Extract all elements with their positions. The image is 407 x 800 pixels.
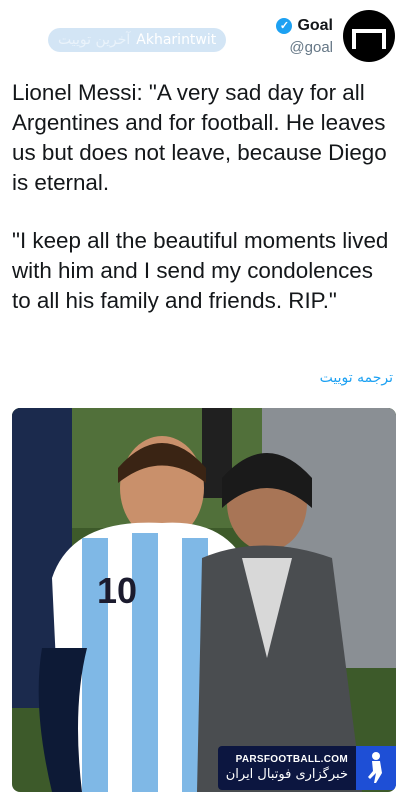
account-names: ✓ Goal @goal bbox=[276, 17, 333, 56]
svg-text:10: 10 bbox=[97, 570, 137, 611]
badge-persian: خبرگزاری فوتبال ایران bbox=[225, 767, 348, 782]
tweet-paragraph-1: Lionel Messi: "A very sad day for all Ar… bbox=[12, 80, 387, 195]
photo-illustration: 10 bbox=[12, 408, 396, 792]
account-handle[interactable]: @goal bbox=[276, 39, 333, 56]
tweet-header: ✓ Goal @goal bbox=[276, 10, 395, 62]
goal-logo-icon bbox=[352, 29, 386, 49]
badge-text: PARSFOOTBALL.COM خبرگزاری فوتبال ایران bbox=[217, 746, 356, 790]
avatar[interactable] bbox=[343, 10, 395, 62]
parsfootball-badge: PARSFOOTBALL.COM خبرگزاری فوتبال ایران bbox=[217, 744, 396, 792]
watermark-latin: Akharintwit bbox=[136, 32, 217, 48]
translate-tweet-link[interactable]: ترجمه توییت bbox=[320, 370, 393, 386]
watermark-logo: آخرین توییت Akharintwit bbox=[48, 28, 227, 52]
watermark-persian: آخرین توییت bbox=[58, 32, 131, 48]
display-name[interactable]: Goal bbox=[297, 17, 333, 35]
display-name-row[interactable]: ✓ Goal bbox=[276, 17, 333, 35]
tweet-paragraph-2: "I keep all the beautiful moments lived … bbox=[12, 228, 389, 313]
tweet-text: Lionel Messi: "A very sad day for all Ar… bbox=[12, 78, 392, 344]
verified-icon: ✓ bbox=[276, 17, 293, 34]
badge-site: PARSFOOTBALL.COM bbox=[235, 754, 348, 765]
player-logo-icon bbox=[356, 746, 396, 790]
tweet-photo[interactable]: 10 PARSFOOTBALL.COM خبرگزاری فوتبال ایرا… bbox=[12, 408, 396, 792]
